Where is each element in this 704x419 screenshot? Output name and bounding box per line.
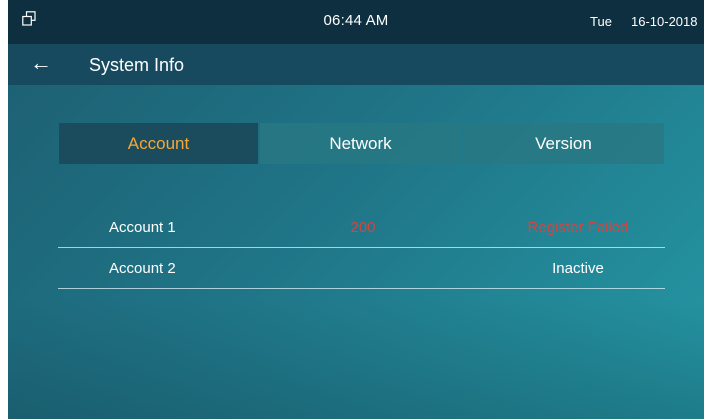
- tab-version[interactable]: Version: [463, 123, 664, 164]
- account-number: 200: [350, 219, 376, 236]
- page-title: System Info: [89, 55, 185, 75]
- account-row-1[interactable]: Account 1 200 Register Failed: [58, 207, 665, 248]
- account-status: Register Failed: [527, 219, 629, 236]
- account-row-2[interactable]: Account 2 Inactive: [58, 248, 665, 289]
- tab-bar: Account Network Version: [59, 123, 664, 164]
- weekday: Tue: [590, 14, 612, 29]
- account-name: Account 1: [109, 219, 176, 236]
- account-name: Account 2: [109, 260, 176, 277]
- tab-network[interactable]: Network: [260, 123, 461, 164]
- account-status: Inactive: [552, 260, 604, 277]
- title-bar: ← System Info: [8, 44, 704, 85]
- tab-account[interactable]: Account: [59, 123, 258, 164]
- status-bar: 06:44 AM Tue 16-10-2018: [8, 0, 704, 44]
- back-arrow-icon[interactable]: ←: [30, 50, 58, 78]
- date: 16-10-2018: [631, 14, 698, 29]
- system-info-screen: 06:44 AM Tue 16-10-2018 ← System Info Ac…: [8, 0, 704, 419]
- account-list: Account 1 200 Register Failed Account 2 …: [58, 207, 665, 289]
